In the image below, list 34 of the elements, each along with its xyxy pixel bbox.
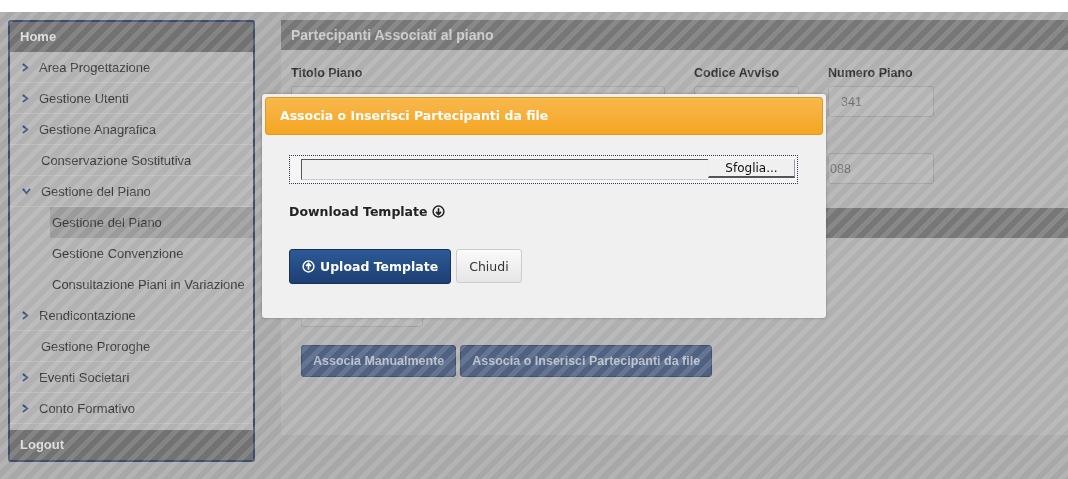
sidebar-item[interactable]: Rendicontazione (10, 300, 253, 331)
close-button[interactable]: Chiudi (456, 249, 522, 283)
file-field[interactable]: Sfoglia... (289, 155, 798, 184)
browse-button[interactable]: Sfoglia... (708, 159, 795, 178)
sidebar-subitem[interactable]: Gestione Convenzione (50, 238, 253, 269)
logout-item[interactable]: Logout (10, 430, 253, 460)
sidebar-item[interactable]: Gestione Utenti (10, 83, 253, 114)
upload-icon (302, 260, 315, 273)
field-label: Numero Piano (828, 66, 914, 80)
dialog-title: Associa o Inserisci Partecipanti da file (265, 97, 823, 135)
chevron-right-icon (22, 372, 29, 382)
chevron-right-icon (22, 124, 29, 134)
chevron-right-icon (22, 62, 29, 72)
chevron-right-icon (22, 93, 29, 103)
sidebar-item[interactable]: Gestione Proroghe (10, 331, 253, 362)
download-icon (431, 205, 445, 218)
chevron-right-icon (22, 310, 29, 320)
panel-title: Partecipanti Associati al piano (281, 20, 1068, 50)
action-button[interactable]: Associa o Inserisci Partecipanti da file (460, 345, 713, 377)
sidebar-item[interactable]: Eventi Societari (10, 362, 253, 393)
sidebar-item[interactable]: Conservazione Sostitutiva (10, 145, 253, 176)
field-label: Titolo Piano (291, 66, 364, 80)
sidebar-item[interactable]: Conto Formativo (10, 393, 253, 424)
sidebar-item[interactable]: Area Progettazione (10, 52, 253, 83)
chevron-down-icon (22, 187, 31, 195)
sidebar-header[interactable]: Home (10, 22, 253, 52)
action-button[interactable]: Associa Manualmente (301, 345, 457, 377)
sidebar-item[interactable]: Gestione Anagrafica (10, 114, 253, 145)
sidebar-subitem[interactable]: Gestione del Piano (50, 207, 253, 238)
chevron-right-icon (22, 403, 29, 413)
download-link[interactable]: Download Template (289, 204, 445, 219)
upload-button[interactable]: Upload Template (289, 249, 452, 284)
sidebar-subitem[interactable]: Consultazione Piani in Variazione (50, 269, 253, 300)
field-label: Codice Avviso (694, 66, 781, 80)
